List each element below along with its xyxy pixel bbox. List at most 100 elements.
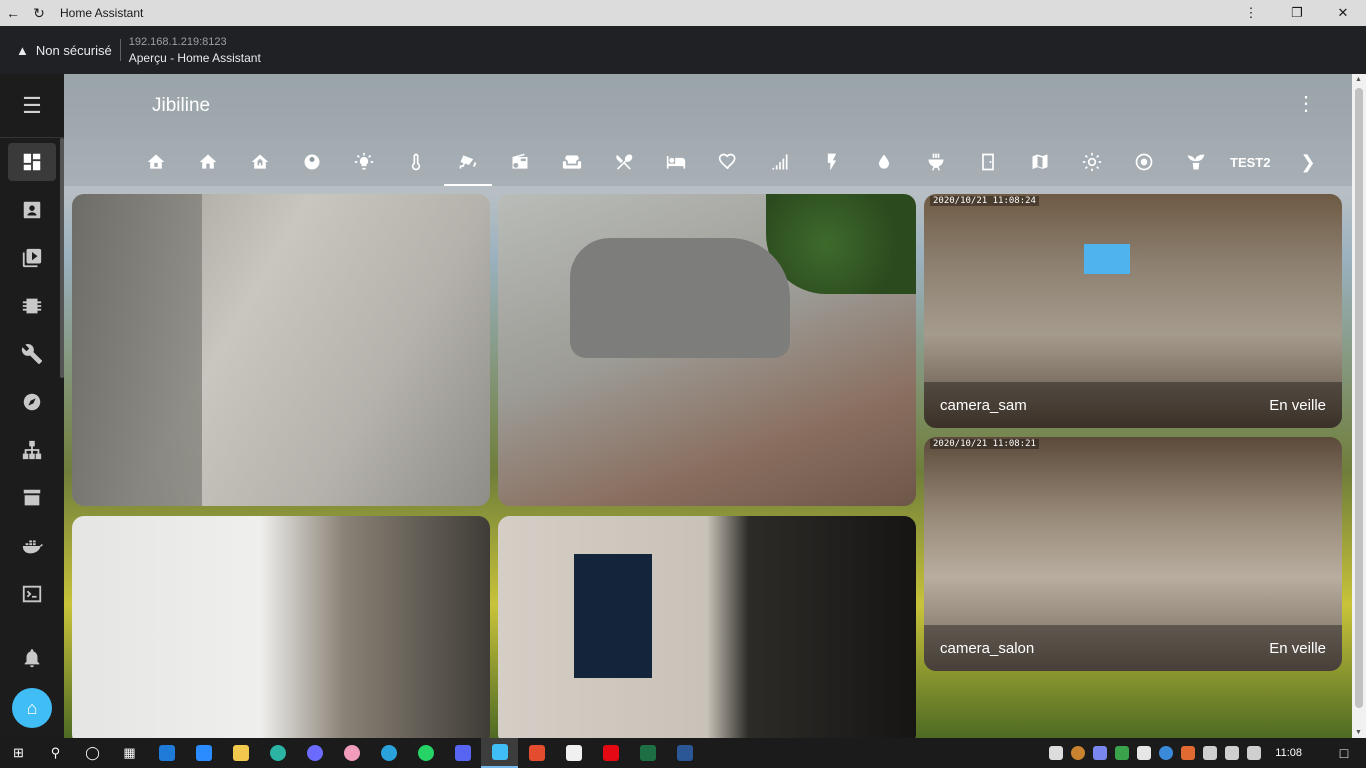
wifi-icon[interactable] bbox=[1225, 746, 1240, 760]
home-assistant-taskbar-icon[interactable] bbox=[481, 738, 518, 768]
tab-thermometer[interactable] bbox=[390, 138, 442, 186]
excel-icon[interactable] bbox=[629, 738, 666, 768]
camera-card-salon[interactable]: 2020/10/21 11:08:21 camera_salon En veil… bbox=[924, 437, 1342, 671]
file-explorer-icon[interactable] bbox=[222, 738, 259, 768]
camera-footer: camera_salon En veille bbox=[924, 625, 1342, 671]
security-indicator[interactable]: ▲ Non sécurisé bbox=[0, 43, 112, 58]
tab-radio[interactable] bbox=[494, 138, 546, 186]
camera-state: En veille bbox=[1269, 396, 1326, 414]
mail-icon[interactable] bbox=[148, 738, 185, 768]
user-avatar[interactable]: ⌂ bbox=[12, 688, 52, 728]
page-scrollbar[interactable]: ▲ ▼ bbox=[1352, 74, 1366, 738]
tab-sun[interactable] bbox=[1066, 138, 1118, 186]
sidebar-item-compass[interactable] bbox=[0, 378, 64, 426]
back-arrow-icon[interactable]: ← bbox=[0, 0, 26, 26]
tab-sprout[interactable] bbox=[1170, 138, 1222, 186]
tab-lightbulb[interactable] bbox=[338, 138, 390, 186]
chevron-right-icon[interactable]: ❯ bbox=[1300, 152, 1315, 173]
tab-test2[interactable]: TEST2 bbox=[1230, 155, 1270, 170]
robot-vacuum-icon bbox=[304, 154, 320, 170]
sitemap-icon bbox=[22, 440, 42, 460]
url-box[interactable]: 192.168.1.219:8123 Aperçu - Home Assista… bbox=[129, 36, 261, 65]
lightbulb-icon bbox=[354, 152, 374, 170]
camera-card-package[interactable] bbox=[498, 516, 916, 738]
sidebar-item-person[interactable] bbox=[0, 186, 64, 234]
docker-icon bbox=[22, 540, 43, 554]
sidebar-item-overview[interactable] bbox=[0, 138, 64, 186]
tab-signal[interactable] bbox=[754, 138, 806, 186]
tab-map[interactable] bbox=[1014, 138, 1066, 186]
tab-bed[interactable] bbox=[650, 138, 702, 186]
tab-home[interactable] bbox=[182, 138, 234, 186]
camera-timestamp: 2020/10/21 11:08:24 bbox=[930, 196, 1039, 206]
tab-heart[interactable] bbox=[702, 138, 754, 186]
scrollbar-thumb[interactable] bbox=[1355, 88, 1363, 708]
sidebar-item-notifications[interactable] bbox=[0, 634, 64, 682]
tray-discord-icon[interactable] bbox=[1093, 746, 1108, 760]
restore-window-icon[interactable]: ❐ bbox=[1274, 0, 1320, 26]
windows-start-icon[interactable]: ⊞ bbox=[0, 738, 37, 768]
sidebar-item-hacs[interactable] bbox=[0, 474, 64, 522]
sidebar-item-chip[interactable] bbox=[0, 282, 64, 330]
tray-shield-icon[interactable] bbox=[1181, 746, 1196, 760]
camera-card-box-closeup[interactable] bbox=[72, 516, 490, 738]
tab-home-floor[interactable] bbox=[234, 138, 286, 186]
tray-app-icon[interactable] bbox=[1115, 746, 1130, 760]
clock[interactable]: 11:08 bbox=[1275, 747, 1302, 759]
more-vert-icon[interactable]: ⋮ bbox=[1296, 94, 1316, 114]
more-options-icon[interactable]: ⋮ bbox=[1228, 0, 1274, 26]
system-tray bbox=[1045, 746, 1265, 760]
volume-icon[interactable] bbox=[1247, 746, 1262, 760]
divider bbox=[119, 39, 121, 61]
camera-footer: camera_sam En veille bbox=[924, 382, 1342, 428]
tray-app-icon[interactable] bbox=[1049, 746, 1064, 760]
tray-app-icon[interactable] bbox=[1159, 746, 1174, 760]
camera-card-sam[interactable]: 2020/10/21 11:08:24 camera_sam En veille bbox=[924, 194, 1342, 428]
close-window-icon[interactable]: ✕ bbox=[1320, 0, 1366, 26]
tray-security-icon[interactable] bbox=[1137, 746, 1152, 760]
tab-sofa[interactable] bbox=[546, 138, 598, 186]
tab-speaker[interactable] bbox=[1118, 138, 1170, 186]
task-view-icon[interactable]: ▦ bbox=[111, 738, 148, 768]
search-icon[interactable]: ⚲ bbox=[37, 738, 74, 768]
main-area: Jibiline ⋮ TEST2 ❯ 2020/10/21 11:08:24 c… bbox=[64, 74, 1352, 738]
tab-home-outline[interactable] bbox=[130, 138, 182, 186]
plus-app-icon[interactable] bbox=[555, 738, 592, 768]
camera-image-tv bbox=[1084, 244, 1130, 274]
tab-cctv[interactable] bbox=[442, 138, 494, 186]
notification-center-icon[interactable]: □ bbox=[1322, 745, 1366, 761]
netflix-icon[interactable] bbox=[592, 738, 629, 768]
cortana-icon[interactable]: ◯ bbox=[74, 738, 111, 768]
sidebar-item-terminal[interactable] bbox=[0, 570, 64, 618]
scroll-up-icon[interactable]: ▲ bbox=[1355, 76, 1362, 83]
tab-robot-vacuum[interactable] bbox=[286, 138, 338, 186]
scroll-down-icon[interactable]: ▼ bbox=[1355, 729, 1362, 736]
camera-name: camera_sam bbox=[940, 396, 1027, 414]
whatsapp-icon[interactable] bbox=[407, 738, 444, 768]
discord-icon[interactable] bbox=[444, 738, 481, 768]
edge-icon[interactable] bbox=[259, 738, 296, 768]
tab-door[interactable] bbox=[962, 138, 1014, 186]
sidebar-item-docker[interactable] bbox=[0, 522, 64, 570]
tab-flash[interactable] bbox=[806, 138, 858, 186]
sidebar-item-media[interactable] bbox=[0, 234, 64, 282]
camera-card-driveway[interactable] bbox=[498, 194, 916, 506]
tray-app-icon[interactable] bbox=[1071, 746, 1086, 760]
reload-icon[interactable]: ↻ bbox=[26, 0, 52, 26]
water-icon bbox=[879, 154, 889, 169]
sidebar-item-tools[interactable] bbox=[0, 330, 64, 378]
telegram-icon[interactable] bbox=[370, 738, 407, 768]
tab-grill[interactable] bbox=[910, 138, 962, 186]
vpn-icon[interactable] bbox=[296, 738, 333, 768]
pig-app-icon[interactable] bbox=[333, 738, 370, 768]
camera-image-package bbox=[574, 554, 652, 678]
battery-icon[interactable] bbox=[1203, 746, 1218, 760]
tab-silverware[interactable] bbox=[598, 138, 650, 186]
tab-water[interactable] bbox=[858, 138, 910, 186]
sidebar-item-network[interactable] bbox=[0, 426, 64, 474]
calendar-icon[interactable] bbox=[185, 738, 222, 768]
word-icon[interactable] bbox=[666, 738, 703, 768]
menu-icon[interactable]: ☰ bbox=[0, 74, 64, 138]
git-icon[interactable] bbox=[518, 738, 555, 768]
camera-card-ceiling[interactable] bbox=[72, 194, 490, 506]
